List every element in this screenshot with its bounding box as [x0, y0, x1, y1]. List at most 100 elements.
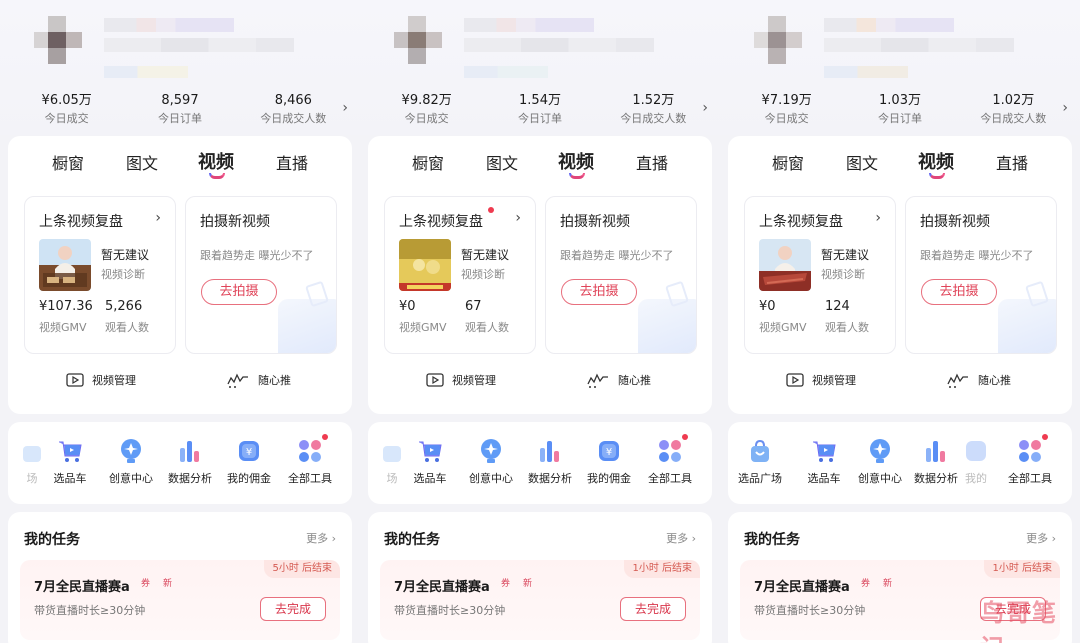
viewers-value: 5,266: [105, 299, 143, 314]
tab-live[interactable]: 直播: [276, 150, 308, 174]
blurred-id: [464, 38, 654, 52]
tab-article[interactable]: 图文: [486, 150, 518, 174]
video-manage-link[interactable]: 视频管理: [426, 372, 496, 388]
tool-label: 数据分析: [528, 472, 572, 485]
tool-my-commission[interactable]: 我的: [956, 438, 996, 486]
last-video-review-card[interactable]: 上条视频复盘 › 暂无建议 视频诊断 ¥107.36 视频GMV 5,266 观…: [24, 196, 176, 354]
tool-all-tools[interactable]: 全部工具: [1000, 438, 1060, 486]
notification-dot: [488, 207, 494, 213]
stat-gmv[interactable]: ¥9.82万 今日成交: [370, 92, 483, 127]
tab-video[interactable]: 视频: [198, 148, 234, 174]
task-description: 带货直播时长≥30分钟: [394, 604, 506, 617]
chevron-right-icon: ›: [155, 210, 161, 226]
last-video-review-card[interactable]: 上条视频复盘 › 暂无建议 视频诊断 ¥0 视频GMV 67 观看人数: [384, 196, 536, 354]
tasks-more-link[interactable]: 更多 ›: [1026, 530, 1056, 546]
stat-orders[interactable]: 1.03万 今日订单: [843, 92, 956, 127]
dou-plus-link[interactable]: 随心推: [226, 372, 291, 388]
tool-label: 选品广场: [738, 472, 782, 485]
video-diagnosis-link[interactable]: 视频诊断: [461, 266, 505, 282]
tool-all-tools[interactable]: 全部工具: [280, 438, 340, 486]
notification-dot: [322, 434, 328, 440]
tool-data-analysis[interactable]: 数据分析: [160, 438, 220, 486]
watermark-logo: 鸟哥笔记: [980, 599, 1058, 643]
stat-value: ¥9.82万: [401, 93, 452, 108]
dou-plus-label: 随心推: [258, 374, 291, 387]
tool-selection-cart[interactable]: 选品车: [40, 438, 100, 486]
shoot-new-video-card[interactable]: 拍摄新视频 跟着趋势走 曝光少不了 去拍摄: [185, 196, 337, 354]
content-card: 橱窗 图文 视频 直播 上条视频复盘 › 暂无建议 视频诊断 ¥0 视频GMV …: [368, 136, 712, 414]
task-item[interactable]: 5小时 后结束 7月全民直播赛a 券 新 带货直播时长≥30分钟 去完成: [20, 560, 340, 640]
tab-article[interactable]: 图文: [846, 150, 878, 174]
tool-data-analysis[interactable]: 数据分析: [520, 438, 580, 486]
tab-live[interactable]: 直播: [636, 150, 668, 174]
tab-article[interactable]: 图文: [126, 150, 158, 174]
tool-my-commission[interactable]: ¥ 我的佣金: [219, 438, 279, 486]
today-stats[interactable]: ¥7.19万 今日成交 1.03万 今日订单 1.02万 今日成交人数: [730, 92, 1070, 127]
suggestion-text: 暂无建议: [821, 248, 870, 262]
blurred-badges: [464, 66, 548, 78]
tool-selection-cart[interactable]: 选品车: [400, 438, 460, 486]
stat-gmv[interactable]: ¥6.05万 今日成交: [10, 92, 123, 127]
tool-creative-center[interactable]: 创意中心: [101, 438, 161, 486]
notification-dot: [682, 434, 688, 440]
stat-buyers[interactable]: 8,466 今日成交人数: [237, 92, 350, 127]
stat-orders[interactable]: 8,597 今日订单: [123, 92, 236, 127]
complete-task-button[interactable]: 去完成: [620, 597, 686, 621]
shoot-new-video-card[interactable]: 拍摄新视频 跟着趋势走 曝光少不了 去拍摄: [545, 196, 697, 354]
tab-live[interactable]: 直播: [996, 150, 1028, 174]
tool-label: 全部工具: [1008, 472, 1052, 485]
chevron-right-icon[interactable]: ›: [1062, 100, 1068, 116]
tasks-more-link[interactable]: 更多 ›: [666, 530, 696, 546]
tasks-more-link[interactable]: 更多 ›: [306, 530, 336, 546]
tool-creative-center[interactable]: 创意中心: [461, 438, 521, 486]
task-item[interactable]: 1小时 后结束 7月全民直播赛a 券 新 带货直播时长≥30分钟 去完成: [380, 560, 700, 640]
shoot-button[interactable]: 去拍摄: [561, 279, 637, 305]
tool-creative-center[interactable]: 创意中心: [850, 438, 910, 486]
stat-value: ¥7.19万: [761, 93, 812, 108]
stat-gmv[interactable]: ¥7.19万 今日成交: [730, 92, 843, 127]
coupon-tag: 券: [861, 579, 871, 589]
dou-plus-link[interactable]: 随心推: [946, 372, 1011, 388]
tab-video[interactable]: 视频: [918, 148, 954, 174]
complete-task-button[interactable]: 去完成: [260, 597, 326, 621]
more-label: 更多: [1026, 532, 1049, 545]
task-description: 带货直播时长≥30分钟: [34, 604, 146, 617]
tool-label: 选品车: [413, 472, 447, 485]
video-manage-link[interactable]: 视频管理: [66, 372, 136, 388]
tasks-title: 我的任务: [24, 532, 80, 548]
dou-plus-link[interactable]: 随心推: [586, 372, 651, 388]
tool-product-square[interactable]: 选品广场: [730, 438, 790, 486]
tab-showcase[interactable]: 橱窗: [412, 150, 444, 174]
video-manage-link[interactable]: 视频管理: [786, 372, 856, 388]
chevron-right-icon[interactable]: ›: [702, 100, 708, 116]
blurred-id: [104, 38, 294, 52]
shoot-new-video-card[interactable]: 拍摄新视频 跟着趋势走 曝光少不了 去拍摄: [905, 196, 1057, 354]
tab-showcase[interactable]: 橱窗: [772, 150, 804, 174]
tool-label: 创意中心: [469, 472, 513, 485]
tool-my-commission[interactable]: ¥ 我的佣金: [579, 438, 639, 486]
stat-buyers[interactable]: 1.52万 今日成交人数: [597, 92, 710, 127]
stat-label: 今日订单: [877, 112, 922, 125]
camera-illustration: [638, 299, 696, 353]
shoot-button[interactable]: 去拍摄: [201, 279, 277, 305]
video-diagnosis-link[interactable]: 视频诊断: [821, 266, 865, 282]
tool-selection-cart[interactable]: 选品车: [794, 438, 854, 486]
tool-label: 创意中心: [109, 472, 153, 485]
new-tag: 新: [883, 579, 893, 589]
stat-buyers[interactable]: 1.02万 今日成交人数: [957, 92, 1070, 127]
suggestion-text: 暂无建议: [461, 248, 510, 262]
stat-value: 1.52万: [632, 93, 675, 108]
tab-showcase[interactable]: 橱窗: [52, 150, 84, 174]
today-stats[interactable]: ¥9.82万 今日成交 1.54万 今日订单 1.52万 今日成交人数: [370, 92, 710, 127]
video-diagnosis-link[interactable]: 视频诊断: [101, 266, 145, 282]
chevron-right-icon[interactable]: ›: [342, 100, 348, 116]
bar-chart-icon: [540, 441, 559, 462]
bulb-icon: [481, 439, 501, 463]
tab-video[interactable]: 视频: [558, 148, 594, 174]
stat-orders[interactable]: 1.54万 今日订单: [483, 92, 596, 127]
last-video-review-card[interactable]: 上条视频复盘 › 暂无建议 视频诊断 ¥0 视频GMV 124 观看人数: [744, 196, 896, 354]
shoot-button[interactable]: 去拍摄: [921, 279, 997, 305]
new-video-title: 拍摄新视频: [200, 214, 270, 230]
tool-all-tools[interactable]: 全部工具: [640, 438, 700, 486]
today-stats[interactable]: ¥6.05万 今日成交 8,597 今日订单 8,466 今日成交人数: [10, 92, 350, 127]
